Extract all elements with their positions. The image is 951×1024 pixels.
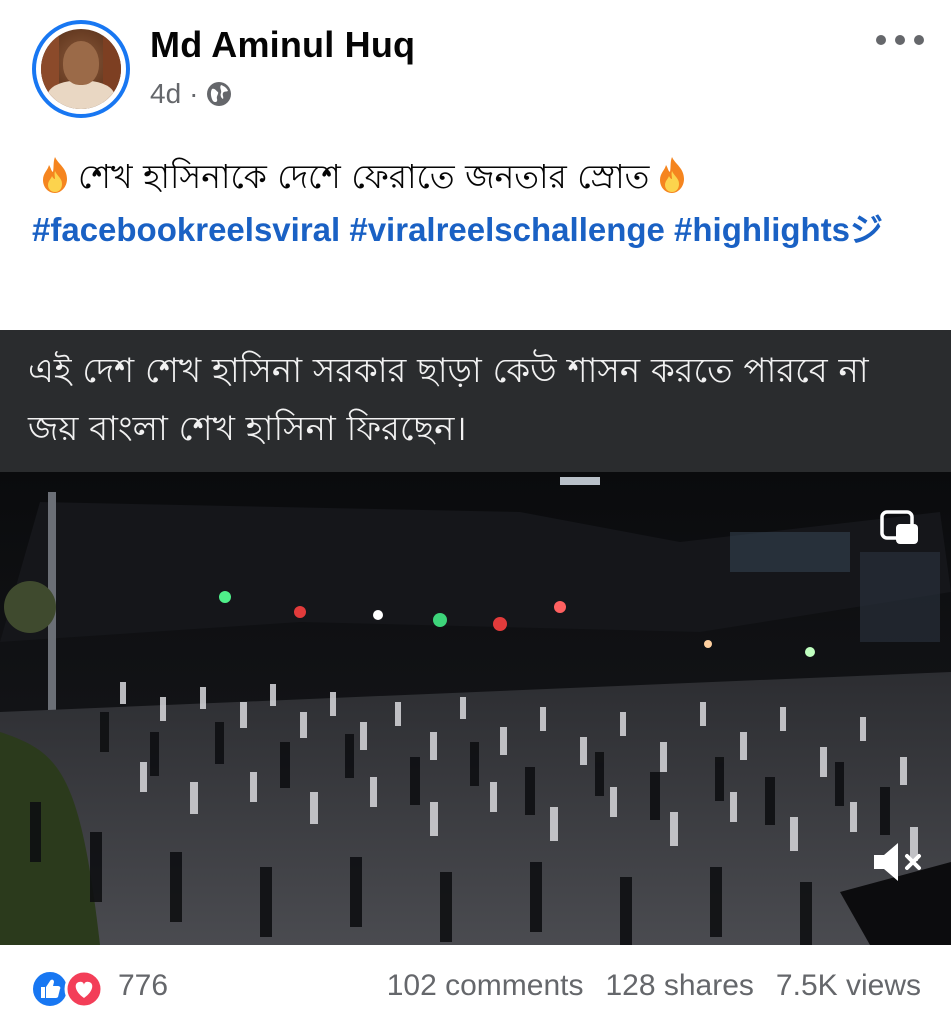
reaction-icons[interactable] [30, 969, 108, 1009]
avatar[interactable] [32, 20, 130, 118]
shares-count[interactable]: 128 shares [605, 969, 753, 1003]
video-frame [0, 472, 951, 945]
globe-icon[interactable] [206, 81, 232, 107]
views-count: 7.5K views [775, 969, 921, 1002]
avatar-photo [41, 29, 121, 109]
fire-icon [660, 157, 685, 193]
author-name[interactable]: Md Aminul Huq [150, 24, 415, 66]
love-icon [64, 969, 104, 1009]
fire-icon [43, 157, 67, 193]
post-age[interactable]: 4d [150, 78, 181, 110]
engagement-stats: 102 comments 128 shares 7.5K views [387, 969, 921, 1003]
post-header: Md Aminul Huq 4d · [0, 0, 951, 130]
post-meta: 4d · [150, 78, 232, 110]
video-overlay-text: এই দেশ শেখ হাসিনা সরকার ছাড়া কেউ শাসন ক… [28, 351, 869, 449]
muted-speaker-icon[interactable] [870, 840, 924, 884]
comments-count[interactable]: 102 comments [387, 969, 584, 1003]
reaction-count[interactable]: 776 [118, 969, 168, 1003]
video-player[interactable]: এই দেশ শেখ হাসিনা সরকার ছাড়া কেউ শাসন ক… [0, 330, 951, 945]
meta-separator: · [189, 78, 199, 109]
post-caption: শেখ হাসিনাকে দেশে ফেরাতে জনতার স্রোত [32, 148, 922, 206]
hashtags[interactable]: #facebookreelsviral #viralreelschallenge… [32, 200, 922, 260]
more-icon[interactable] [876, 28, 924, 52]
engagement-bar: 776 102 comments 128 shares 7.5K views [0, 955, 951, 1024]
picture-in-picture-icon[interactable] [880, 510, 920, 546]
like-icon [31, 970, 69, 1008]
caption-text: শেখ হাসিনাকে দেশে ফেরাতে জনতার স্রোত [78, 157, 650, 196]
